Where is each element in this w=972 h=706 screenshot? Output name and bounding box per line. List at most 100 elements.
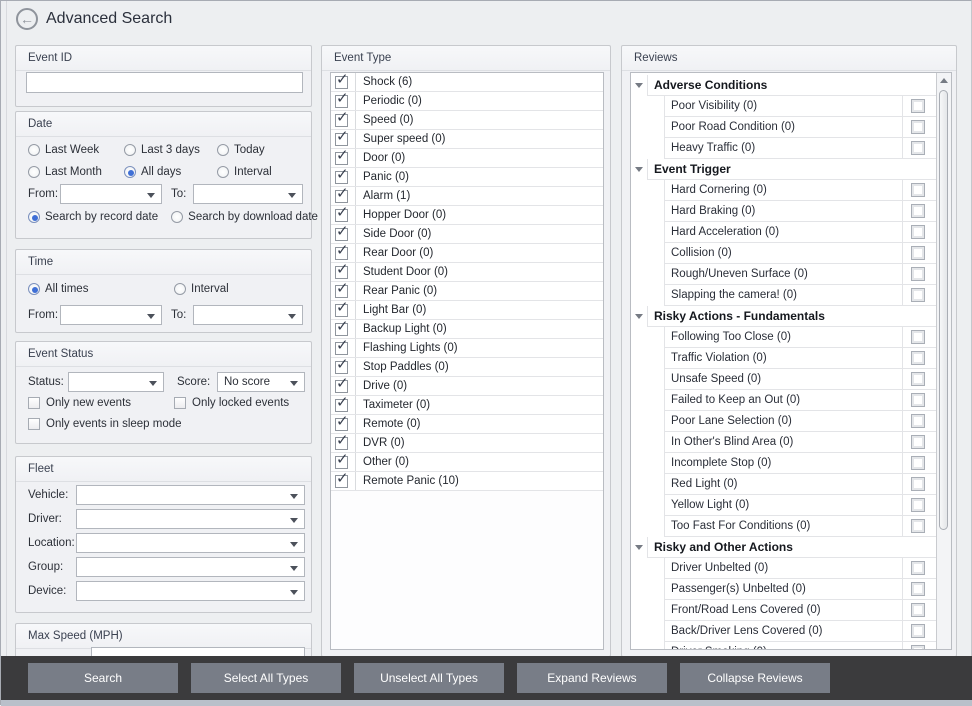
reviews-item-collision-0[interactable]: Collision (0)	[631, 243, 936, 264]
radio-search-by-record-date[interactable]: Search by record date	[28, 211, 158, 223]
event-type-row-rear-panic-0[interactable]: Rear Panic (0)	[331, 282, 603, 301]
unchecked-checkbox-icon[interactable]	[911, 351, 925, 365]
fleet-vehicle-combo[interactable]	[76, 485, 305, 505]
reviews-item-poor-lane-selection-0[interactable]: Poor Lane Selection (0)	[631, 411, 936, 432]
reviews-item-following-too-close-0[interactable]: Following Too Close (0)	[631, 327, 936, 348]
reviews-item-hard-cornering-0[interactable]: Hard Cornering (0)	[631, 180, 936, 201]
checked-checkbox-icon[interactable]	[335, 342, 348, 355]
checked-checkbox-icon[interactable]	[335, 171, 348, 184]
unchecked-checkbox-icon[interactable]	[911, 288, 925, 302]
reviews-item-poor-road-condition-0[interactable]: Poor Road Condition (0)	[631, 117, 936, 138]
unchecked-checkbox-icon[interactable]	[911, 477, 925, 491]
unchecked-checkbox-icon[interactable]	[911, 498, 925, 512]
reviews-category-risky-and-other-actions[interactable]: Risky and Other Actions	[631, 537, 936, 558]
unselect-all-types-button[interactable]: Unselect All Types	[354, 663, 504, 693]
event-type-row-taximeter-0[interactable]: Taximeter (0)	[331, 396, 603, 415]
unchecked-checkbox-icon[interactable]	[911, 414, 925, 428]
fleet-location-combo[interactable]	[76, 533, 305, 553]
reviews-item-hard-braking-0[interactable]: Hard Braking (0)	[631, 201, 936, 222]
event-type-row-drive-0[interactable]: Drive (0)	[331, 377, 603, 396]
event-type-row-door-0[interactable]: Door (0)	[331, 149, 603, 168]
reviews-category-adverse-conditions[interactable]: Adverse Conditions	[631, 75, 936, 96]
event-type-row-super-speed-0[interactable]: Super speed (0)	[331, 130, 603, 149]
checked-checkbox-icon[interactable]	[335, 266, 348, 279]
event-id-input[interactable]	[26, 72, 303, 93]
event-type-row-panic-0[interactable]: Panic (0)	[331, 168, 603, 187]
event-type-row-backup-light-0[interactable]: Backup Light (0)	[331, 320, 603, 339]
unchecked-checkbox-icon[interactable]	[911, 141, 925, 155]
collapse-arrow-icon[interactable]	[635, 314, 643, 319]
reviews-item-driver-smoking-0[interactable]: Driver Smoking (0)	[631, 642, 936, 650]
unchecked-checkbox-icon[interactable]	[911, 225, 925, 239]
reviews-item-hard-acceleration-0[interactable]: Hard Acceleration (0)	[631, 222, 936, 243]
unchecked-checkbox-icon[interactable]	[911, 435, 925, 449]
status-combo[interactable]	[68, 372, 164, 392]
date-to-combo[interactable]	[193, 184, 303, 204]
unchecked-checkbox-icon[interactable]	[911, 204, 925, 218]
radio-last-week[interactable]: Last Week	[28, 144, 124, 156]
unchecked-checkbox-icon[interactable]	[911, 519, 925, 533]
checked-checkbox-icon[interactable]	[335, 361, 348, 374]
date-from-combo[interactable]	[60, 184, 162, 204]
unchecked-checkbox-icon[interactable]	[911, 120, 925, 134]
radio-interval[interactable]: Interval	[217, 166, 272, 178]
event-type-row-speed-0[interactable]: Speed (0)	[331, 111, 603, 130]
checked-checkbox-icon[interactable]	[335, 95, 348, 108]
search-button[interactable]: Search	[28, 663, 178, 693]
reviews-scrollbar[interactable]	[936, 73, 951, 649]
event-type-row-periodic-0[interactable]: Periodic (0)	[331, 92, 603, 111]
scroll-up-icon[interactable]	[940, 78, 948, 83]
reviews-item-failed-to-keep-an-out-0[interactable]: Failed to Keep an Out (0)	[631, 390, 936, 411]
unchecked-checkbox-icon[interactable]	[911, 99, 925, 113]
reviews-item-unsafe-speed-0[interactable]: Unsafe Speed (0)	[631, 369, 936, 390]
unchecked-checkbox-icon[interactable]	[911, 372, 925, 386]
checked-checkbox-icon[interactable]	[335, 133, 348, 146]
reviews-item-poor-visibility-0[interactable]: Poor Visibility (0)	[631, 96, 936, 117]
checked-checkbox-icon[interactable]	[335, 114, 348, 127]
unchecked-checkbox-icon[interactable]	[911, 183, 925, 197]
unchecked-checkbox-icon[interactable]	[911, 645, 925, 650]
time-to-combo[interactable]	[193, 305, 303, 325]
event-type-row-light-bar-0[interactable]: Light Bar (0)	[331, 301, 603, 320]
checked-checkbox-icon[interactable]	[335, 152, 348, 165]
collapse-arrow-icon[interactable]	[635, 167, 643, 172]
collapse-reviews-button[interactable]: Collapse Reviews	[680, 663, 830, 693]
event-type-row-rear-door-0[interactable]: Rear Door (0)	[331, 244, 603, 263]
checked-checkbox-icon[interactable]	[335, 399, 348, 412]
fleet-driver-combo[interactable]	[76, 509, 305, 529]
reviews-item-driver-unbelted-0[interactable]: Driver Unbelted (0)	[631, 558, 936, 579]
radio-all-days[interactable]: All days	[124, 166, 217, 178]
checked-checkbox-icon[interactable]	[335, 190, 348, 203]
event-type-row-shock-6[interactable]: Shock (6)	[331, 73, 603, 92]
reviews-item-traffic-violation-0[interactable]: Traffic Violation (0)	[631, 348, 936, 369]
radio-last-month[interactable]: Last Month	[28, 166, 124, 178]
collapse-arrow-icon[interactable]	[635, 545, 643, 550]
checked-checkbox-icon[interactable]	[335, 76, 348, 89]
event-type-row-other-0[interactable]: Other (0)	[331, 453, 603, 472]
checked-checkbox-icon[interactable]	[335, 456, 348, 469]
checked-checkbox-icon[interactable]	[335, 209, 348, 222]
event-type-row-flashing-lights-0[interactable]: Flashing Lights (0)	[331, 339, 603, 358]
event-type-row-dvr-0[interactable]: DVR (0)	[331, 434, 603, 453]
collapse-arrow-icon[interactable]	[635, 83, 643, 88]
reviews-item-back-driver-lens-covered-0[interactable]: Back/Driver Lens Covered (0)	[631, 621, 936, 642]
checked-checkbox-icon[interactable]	[335, 304, 348, 317]
unchecked-checkbox-icon[interactable]	[911, 624, 925, 638]
unchecked-checkbox-icon[interactable]	[911, 561, 925, 575]
checked-checkbox-icon[interactable]	[335, 285, 348, 298]
checkbox-only-locked-events[interactable]: Only locked events	[174, 397, 289, 409]
reviews-item-too-fast-for-conditions-0[interactable]: Too Fast For Conditions (0)	[631, 516, 936, 537]
radio-today[interactable]: Today	[217, 144, 272, 156]
back-button[interactable]: ←	[16, 8, 38, 30]
event-type-row-remote-0[interactable]: Remote (0)	[331, 415, 603, 434]
event-type-row-stop-paddles-0[interactable]: Stop Paddles (0)	[331, 358, 603, 377]
reviews-item-rough-uneven-surface-0[interactable]: Rough/Uneven Surface (0)	[631, 264, 936, 285]
unchecked-checkbox-icon[interactable]	[911, 603, 925, 617]
checked-checkbox-icon[interactable]	[335, 380, 348, 393]
unchecked-checkbox-icon[interactable]	[911, 267, 925, 281]
radio-interval[interactable]: Interval	[174, 283, 229, 295]
reviews-item-yellow-light-0[interactable]: Yellow Light (0)	[631, 495, 936, 516]
reviews-item-red-light-0[interactable]: Red Light (0)	[631, 474, 936, 495]
reviews-category-risky-actions-fundamentals[interactable]: Risky Actions - Fundamentals	[631, 306, 936, 327]
unchecked-checkbox-icon[interactable]	[911, 582, 925, 596]
